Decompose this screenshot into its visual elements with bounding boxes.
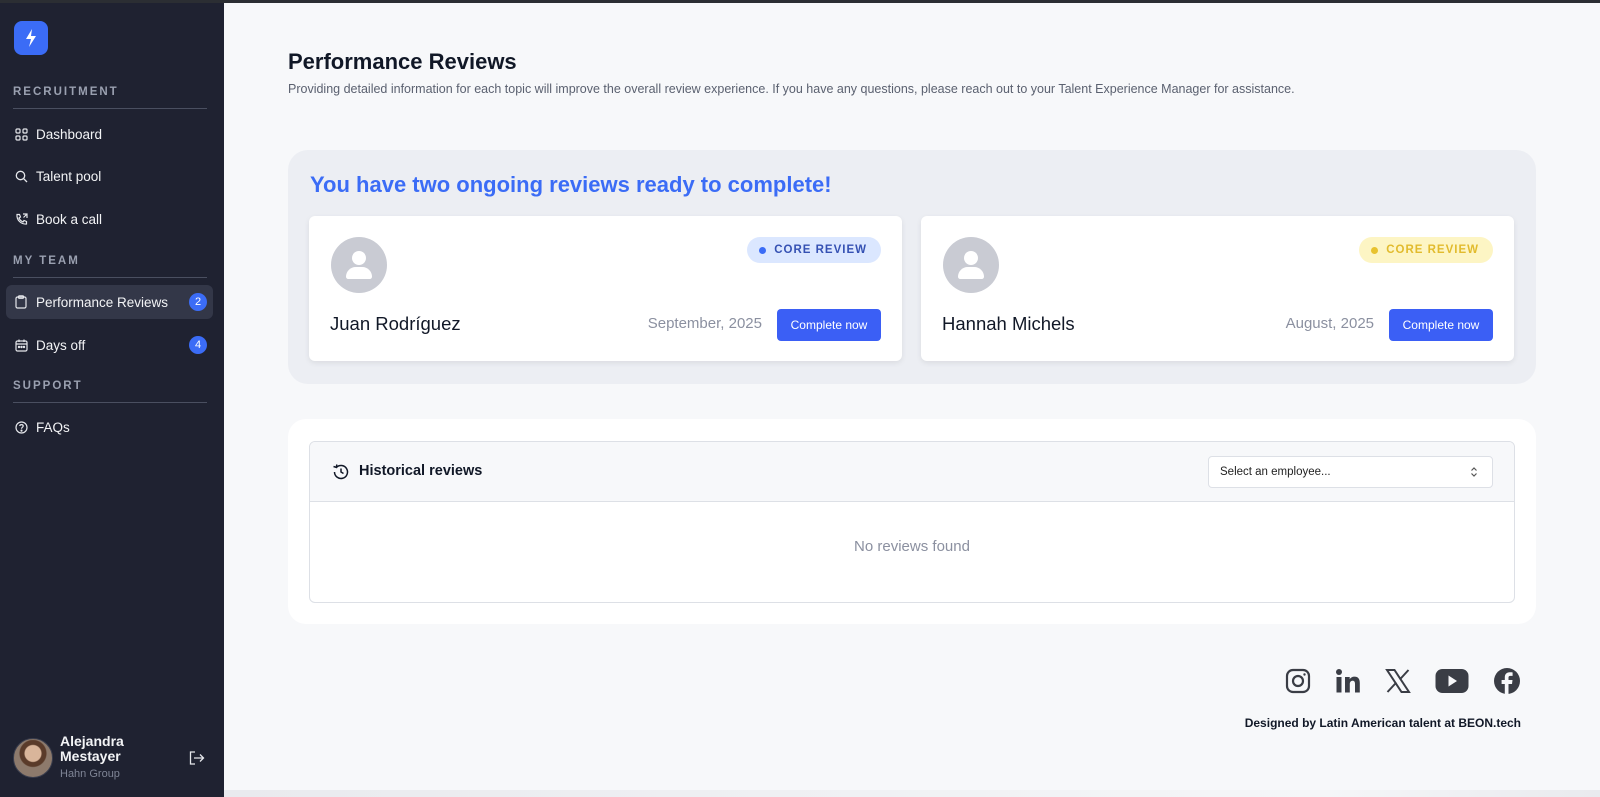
count-badge: 2 (189, 293, 207, 311)
section-label-support: SUPPORT (13, 380, 83, 392)
lightning-bolt-icon[interactable] (14, 21, 48, 55)
sidebar: RECRUITMENT Dashboard Talent pool Book a… (0, 0, 224, 797)
review-date: September, 2025 (647, 315, 762, 332)
section-label-my-team: MY TEAM (13, 255, 80, 267)
complete-now-button[interactable]: Complete now (777, 309, 881, 341)
grid-icon (14, 127, 28, 141)
avatar-placeholder-icon (331, 237, 387, 293)
search-icon (14, 169, 28, 183)
section-label-recruitment: RECRUITMENT (13, 86, 119, 98)
employee-select[interactable]: Select an employee... (1208, 456, 1493, 488)
sidebar-item-book-a-call[interactable]: Book a call (6, 202, 213, 236)
user-company: Hahn Group (60, 768, 120, 780)
chevron-up-down-icon (1470, 466, 1478, 478)
badge-dot (759, 246, 767, 254)
ongoing-reviews-panel: You have two ongoing reviews ready to co… (288, 150, 1536, 384)
empty-state-text: No reviews found (854, 538, 970, 555)
section-divider (13, 402, 207, 403)
historical-reviews-panel: Historical reviews Select an employee...… (288, 419, 1536, 624)
historical-reviews-header: Historical reviews Select an employee... (310, 442, 1514, 502)
top-edge-line (0, 0, 1600, 3)
sidebar-item-label: FAQs (36, 419, 70, 435)
employee-name: Juan Rodríguez (330, 313, 461, 334)
clipboard-icon (14, 295, 28, 309)
review-date: August, 2025 (1285, 315, 1374, 332)
sidebar-item-talent-pool[interactable]: Talent pool (6, 159, 213, 193)
user-profile[interactable]: Alejandra Mestayer Hahn Group (13, 734, 213, 784)
historical-reviews-table: Historical reviews Select an employee...… (309, 441, 1515, 603)
sidebar-item-days-off[interactable]: Days off 4 (6, 328, 213, 362)
linkedin-icon[interactable] (1333, 666, 1363, 696)
sidebar-item-label: Dashboard (36, 126, 103, 142)
sidebar-item-label: Talent pool (36, 168, 102, 184)
historical-reviews-title: Historical reviews (359, 463, 483, 479)
youtube-icon[interactable] (1435, 666, 1469, 696)
bottom-edge (224, 790, 1600, 797)
help-circle-icon (14, 420, 28, 434)
footer-credit: Designed by Latin American talent at BEO… (1244, 716, 1521, 730)
logout-icon[interactable] (187, 748, 207, 768)
review-card: CORE REVIEW Juan Rodríguez September, 20… (309, 216, 902, 361)
facebook-icon[interactable] (1492, 666, 1522, 696)
status-badge: CORE REVIEW (747, 237, 881, 263)
calendar-icon (14, 338, 28, 352)
sidebar-item-label: Book a call (36, 211, 103, 227)
sidebar-item-dashboard[interactable]: Dashboard (6, 117, 213, 151)
badge-label: CORE REVIEW (1386, 244, 1479, 256)
sidebar-item-faqs[interactable]: FAQs (6, 410, 213, 444)
phone-icon (14, 212, 28, 226)
avatar-placeholder-icon (943, 237, 999, 293)
sidebar-item-label: Performance Reviews (36, 294, 169, 310)
count-badge: 4 (189, 336, 207, 354)
review-card: CORE REVIEW Hannah Michels August, 2025 … (921, 216, 1514, 361)
page-subtitle: Providing detailed information for each … (288, 82, 1295, 96)
ongoing-reviews-heading: You have two ongoing reviews ready to co… (310, 172, 832, 197)
avatar (13, 738, 53, 778)
sidebar-item-label: Days off (36, 337, 86, 353)
history-icon (332, 463, 350, 481)
page-title: Performance Reviews (288, 49, 517, 74)
badge-label: CORE REVIEW (774, 244, 867, 256)
employee-select-placeholder: Select an employee... (1220, 466, 1331, 478)
employee-name: Hannah Michels (942, 313, 1075, 334)
complete-now-button[interactable]: Complete now (1389, 309, 1493, 341)
status-badge: CORE REVIEW (1359, 237, 1493, 263)
section-divider (13, 277, 207, 278)
user-name: Alejandra Mestayer (60, 733, 124, 764)
section-divider (13, 108, 207, 109)
instagram-icon[interactable] (1283, 666, 1313, 696)
x-icon[interactable] (1383, 666, 1413, 696)
sidebar-item-performance-reviews[interactable]: Performance Reviews 2 (6, 285, 213, 319)
badge-dot (1371, 246, 1379, 254)
